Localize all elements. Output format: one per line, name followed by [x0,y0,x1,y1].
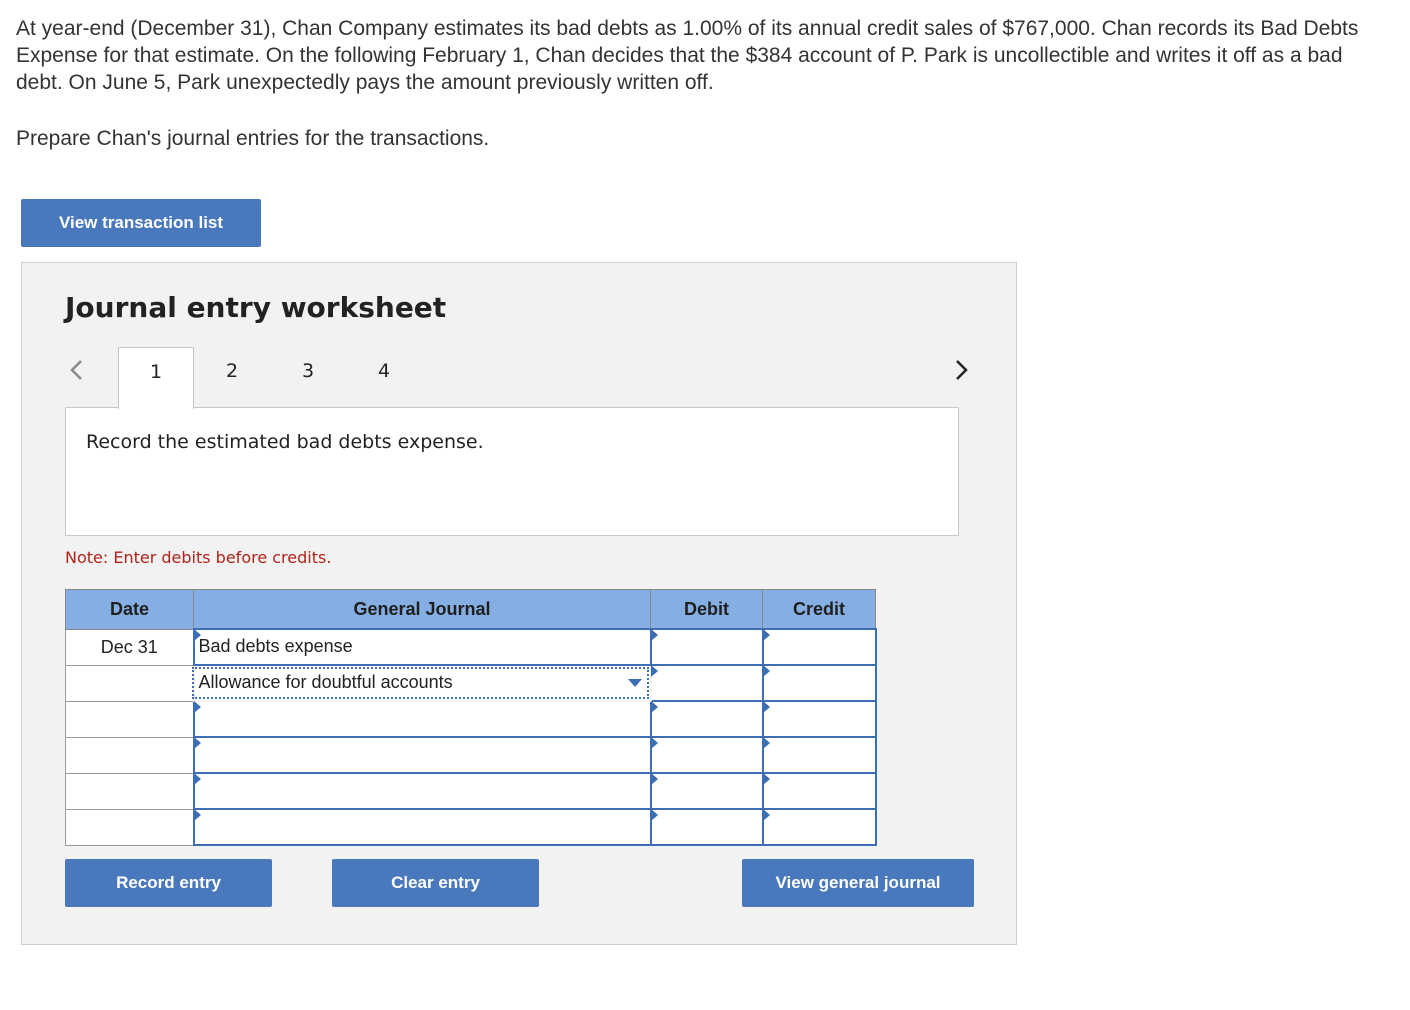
debit-header: Debit [650,589,763,630]
credit-cell[interactable] [761,664,877,702]
entry-flag-icon [762,701,770,713]
view-general-journal-button[interactable]: View general journal [742,859,974,907]
entry-note: Note: Enter debits before credits. [65,548,332,567]
entry-flag-icon [762,773,770,785]
tab-3[interactable]: 3 [270,347,346,409]
journal-table: Date General Journal Debit Credit Dec 31… [65,589,877,846]
date-cell[interactable] [65,772,194,810]
credit-cell[interactable] [761,808,877,846]
chevron-right-icon[interactable] [949,358,973,382]
entry-flag-icon [762,809,770,821]
account-cell[interactable]: Bad debts expense [192,628,652,666]
account-value: Bad debts expense [198,636,353,656]
entry-flag-icon [193,701,201,713]
table-row [65,772,877,810]
entry-flag-icon [762,629,770,641]
debit-cell[interactable] [649,736,764,774]
account-cell[interactable] [192,808,652,846]
table-row [65,808,877,846]
tab-4[interactable]: 4 [346,347,422,409]
date-cell[interactable] [65,664,194,702]
dropdown-arrow-icon[interactable] [627,679,642,687]
debit-cell[interactable] [649,772,764,810]
table-row [65,736,877,774]
debit-cell[interactable] [649,700,764,738]
table-row: Dec 31 Bad debts expense [65,628,877,666]
chevron-left-icon[interactable] [65,358,89,382]
account-cell[interactable] [192,772,652,810]
credit-cell[interactable] [761,736,877,774]
credit-header: Credit [762,589,876,630]
debit-cell[interactable] [649,808,764,846]
journal-entry-worksheet: Journal entry worksheet 1 2 3 4 Record t… [21,262,1017,945]
problem-statement: At year-end (December 31), Chan Company … [16,15,1386,96]
date-cell[interactable] [65,736,194,774]
entry-flag-icon [762,737,770,749]
worksheet-title: Journal entry worksheet [65,291,447,324]
debit-cell[interactable] [649,628,764,666]
view-transaction-list-button[interactable]: View transaction list [21,199,261,247]
entry-flag-icon [193,809,201,821]
entry-description-box: Record the estimated bad debts expense. [65,407,959,536]
entry-flag-icon [650,773,658,785]
entry-flag-icon [650,629,658,641]
general-journal-header: General Journal [193,589,651,630]
date-cell[interactable] [65,700,194,738]
credit-cell[interactable] [761,628,877,666]
credit-cell[interactable] [761,772,877,810]
credit-cell[interactable] [761,700,877,738]
entry-flag-icon [193,773,201,785]
tab-1[interactable]: 1 [118,347,194,409]
account-cell[interactable] [192,700,652,738]
entry-flag-icon [650,701,658,713]
entry-description: Record the estimated bad debts expense. [86,431,484,453]
debit-cell[interactable] [649,664,764,702]
entry-flag-icon [650,737,658,749]
table-row [65,700,877,738]
tab-2[interactable]: 2 [194,347,270,409]
table-row: Allowance for doubtful accounts [65,664,877,702]
date-cell[interactable] [65,808,194,846]
entry-flag-icon [650,809,658,821]
entry-flag-icon [762,665,770,677]
date-header: Date [65,589,194,630]
record-entry-button[interactable]: Record entry [65,859,272,907]
clear-entry-button[interactable]: Clear entry [332,859,539,907]
entry-flag-icon [193,737,201,749]
account-select[interactable]: Allowance for doubtful accounts [191,665,651,701]
date-cell[interactable]: Dec 31 [65,628,194,666]
journal-header-row: Date General Journal Debit Credit [65,589,876,630]
problem-text: At year-end (December 31), Chan Company … [16,17,1359,94]
problem-prompt: Prepare Chan's journal entries for the t… [16,127,490,150]
account-cell[interactable] [192,736,652,774]
account-value: Allowance for doubtful accounts [198,672,453,692]
entry-flag-icon [650,665,658,677]
